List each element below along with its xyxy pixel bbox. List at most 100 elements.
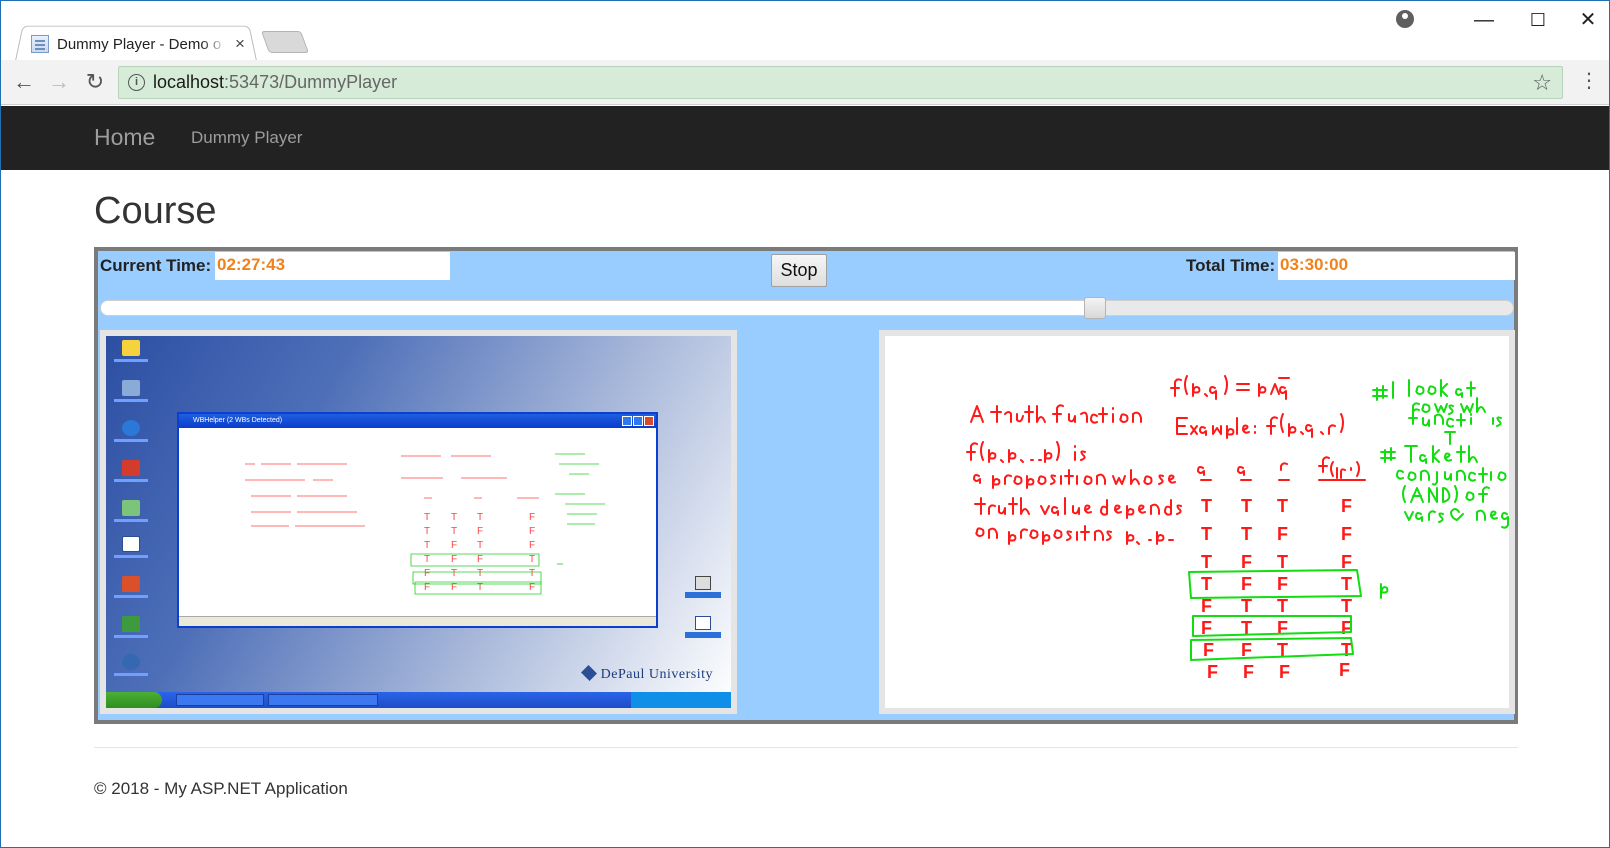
stop-button[interactable]: Stop: [771, 254, 827, 287]
svg-text:F: F: [1341, 524, 1352, 544]
svg-text:T: T: [1201, 496, 1212, 516]
browser-toolbar: ← → ↻ i localhost:53473/DummyPlayer ☆ ⋮: [1, 60, 1609, 105]
svg-text:F: F: [451, 554, 457, 565]
desktop-icon: [114, 380, 148, 402]
current-time-label: Current Time:: [100, 256, 212, 275]
desktop-icon: [114, 420, 148, 442]
svg-text:T: T: [1341, 574, 1352, 594]
whiteboard-video[interactable]: TTTF TTFF TFTF TFFT FTTT FTFF FFTT FFFF: [879, 330, 1515, 714]
svg-text:F: F: [477, 554, 483, 565]
browser-menu-icon[interactable]: ⋮: [1579, 70, 1599, 92]
svg-text:T: T: [477, 568, 483, 579]
svg-text:T: T: [424, 554, 430, 565]
site-navbar: Home Dummy Player: [1, 106, 1609, 170]
browser-tab-content[interactable]: Dummy Player - Demo o ×: [31, 31, 251, 57]
svg-text:T: T: [477, 512, 483, 523]
desktop-icon: [114, 340, 148, 362]
svg-text:F: F: [477, 526, 483, 537]
screen-capture-video[interactable]: WBHelper (2 WBs Detected) T T T F T T F …: [100, 330, 737, 714]
svg-text:T: T: [1201, 552, 1212, 572]
forward-icon[interactable]: →: [45, 68, 73, 96]
svg-text:F: F: [1241, 574, 1252, 594]
svg-text:F: F: [529, 540, 535, 551]
svg-text:F: F: [424, 568, 430, 579]
svg-text:T: T: [1201, 524, 1212, 544]
svg-text:F: F: [1241, 552, 1252, 572]
page-title: Course: [94, 190, 217, 232]
wbhelper-window-buttons: [622, 416, 654, 426]
url-host: localhost: [153, 72, 225, 92]
university-logo: DePaul University: [581, 666, 713, 683]
svg-text:T: T: [1277, 552, 1288, 572]
tab-title: Dummy Player - Demo o: [57, 35, 222, 53]
svg-text:T: T: [1277, 496, 1288, 516]
player-controls: Current Time: 02:27:43 Stop Total Time: …: [98, 251, 1515, 287]
profile-icon[interactable]: [1396, 10, 1414, 28]
desktop-icon: [685, 616, 721, 638]
svg-text:T: T: [1241, 496, 1252, 516]
page-favicon-icon: [31, 35, 49, 53]
svg-text:F: F: [529, 526, 535, 537]
start-button: [106, 692, 162, 708]
nav-link-dummy-player[interactable]: Dummy Player: [191, 128, 302, 148]
svg-text:F: F: [1201, 596, 1212, 616]
desktop-capture: WBHelper (2 WBs Detected) T T T F T T F …: [106, 336, 731, 708]
wbhelper-whiteboard-thumbnail: TTTF TTFF TFTF TFFT FTTT FFTF: [245, 453, 605, 595]
tab-close-icon[interactable]: ×: [235, 34, 245, 54]
svg-text:F: F: [1279, 662, 1290, 682]
taskbar-item: [268, 694, 378, 706]
maximize-icon[interactable]: ☐: [1523, 7, 1553, 33]
svg-text:T: T: [477, 540, 483, 551]
new-tab-button[interactable]: [260, 31, 310, 53]
desktop-icon: [114, 576, 148, 598]
close-window-icon[interactable]: ✕: [1573, 7, 1603, 33]
svg-text:F: F: [1339, 660, 1350, 680]
browser-window: Dummy Player - Demo o × — ☐ ✕ ← → ↻ i lo…: [0, 0, 1610, 848]
svg-text:T: T: [1241, 596, 1252, 616]
desktop-icon: [114, 500, 148, 522]
progress-slider-thumb[interactable]: [1084, 297, 1106, 319]
svg-text:T: T: [451, 526, 457, 537]
svg-text:T: T: [451, 512, 457, 523]
svg-text:T: T: [424, 512, 430, 523]
footer-copyright: © 2018 - My ASP.NET Application: [94, 779, 348, 798]
wbhelper-window: WBHelper (2 WBs Detected) T T T F T T F …: [177, 412, 658, 628]
current-time-field[interactable]: 02:27:43: [215, 252, 450, 280]
dummy-player: Current Time: 02:27:43 Stop Total Time: …: [94, 247, 1518, 724]
svg-text:T: T: [1201, 574, 1212, 594]
minimize-icon[interactable]: —: [1469, 7, 1499, 33]
svg-text:T: T: [529, 554, 535, 565]
svg-text:F: F: [1277, 618, 1288, 638]
svg-text:T: T: [451, 568, 457, 579]
svg-text:T: T: [424, 526, 430, 537]
svg-text:F: F: [1341, 496, 1352, 516]
bookmark-star-icon[interactable]: ☆: [1532, 70, 1552, 96]
footer-divider: [94, 747, 1518, 748]
total-time-label: Total Time:: [1186, 256, 1276, 275]
windows-taskbar: [106, 692, 731, 708]
system-tray: [631, 692, 731, 708]
wbhelper-statusbar: [179, 616, 656, 626]
progress-slider-fill: [101, 301, 1095, 315]
url-path: :53473/DummyPlayer: [224, 72, 398, 92]
svg-text:F: F: [451, 540, 457, 551]
address-bar[interactable]: i localhost:53473/DummyPlayer ☆: [118, 66, 1563, 99]
progress-slider[interactable]: [100, 297, 1514, 319]
navbar-brand-home[interactable]: Home: [94, 124, 155, 151]
svg-text:F: F: [529, 512, 535, 523]
desktop-icon: [114, 460, 148, 482]
svg-text:F: F: [1203, 640, 1214, 660]
back-icon[interactable]: ←: [10, 68, 38, 96]
site-info-icon[interactable]: i: [128, 74, 145, 91]
svg-text:T: T: [424, 540, 430, 551]
svg-text:T: T: [1341, 640, 1352, 660]
total-time-field[interactable]: 03:30:00: [1278, 252, 1515, 280]
svg-text:F: F: [1277, 524, 1288, 544]
svg-text:T: T: [1241, 524, 1252, 544]
svg-text:T: T: [1341, 596, 1352, 616]
whiteboard-capture: TTTF TTFF TFTF TFFT FTTT FTFF FFTT FFFF: [885, 336, 1509, 708]
taskbar-item: [176, 694, 264, 706]
reload-icon[interactable]: ↻: [81, 68, 109, 96]
svg-text:T: T: [1277, 596, 1288, 616]
desktop-icon: [114, 654, 148, 676]
